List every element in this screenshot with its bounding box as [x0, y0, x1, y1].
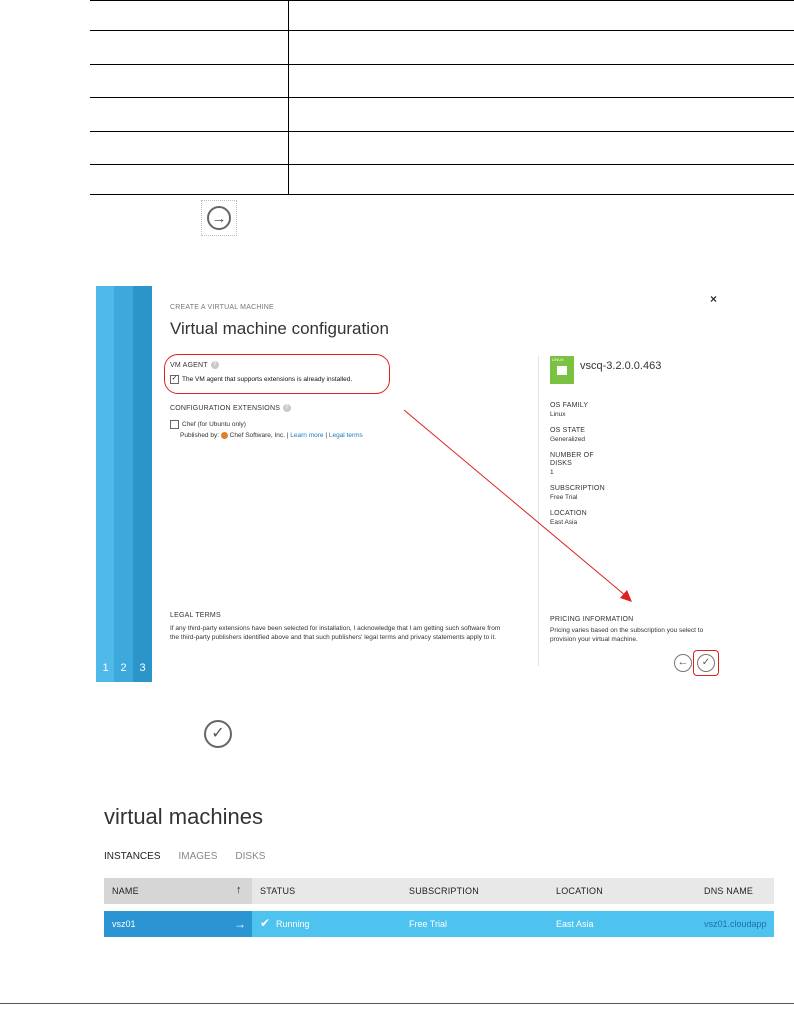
tab-instances[interactable]: INSTANCES	[104, 851, 161, 862]
footer-rule	[0, 1003, 794, 1004]
config-extensions-label-text: CONFIGURATION EXTENSIONS	[170, 404, 281, 412]
legal-terms-heading: LEGAL TERMS	[170, 612, 221, 619]
vm-status: Running	[276, 919, 310, 929]
table-divider	[288, 0, 289, 194]
linux-image-icon: LINUX	[550, 356, 574, 384]
table-row	[90, 97, 794, 98]
image-name: vscq-3.2.0.0.463	[580, 360, 662, 372]
table-row	[90, 30, 794, 31]
image-glyph	[557, 366, 567, 375]
top-table	[90, 0, 794, 195]
vm-location: East Asia	[556, 919, 594, 929]
legal-terms-text: If any third-party extensions have been …	[170, 625, 501, 641]
help-icon[interactable]: ?	[283, 404, 292, 412]
vm-tabs: INSTANCES IMAGES DISKS	[104, 851, 283, 862]
chef-logo-icon	[220, 432, 228, 439]
legal-terms-link[interactable]: Legal terms	[329, 432, 363, 439]
back-button[interactable]: ←	[674, 654, 692, 672]
publisher-line: Published by: Chef Software, Inc. | Lear…	[180, 432, 363, 439]
tab-images[interactable]: IMAGES	[179, 851, 218, 862]
table-row	[90, 0, 794, 1]
col-status[interactable]: STATUS	[260, 886, 295, 896]
annotation-highlight	[164, 354, 390, 394]
chef-checkbox-label: Chef (for Ubuntu only)	[182, 421, 246, 429]
table-row	[90, 164, 794, 165]
separator: |	[325, 432, 328, 440]
checkmark-icon[interactable]: ✓	[204, 720, 232, 748]
sort-up-icon[interactable]: ↑	[236, 884, 242, 896]
wizard-steps: 1 2 3	[96, 286, 152, 682]
learn-more-link[interactable]: Learn more	[290, 432, 323, 439]
step-3-label: 3	[139, 662, 146, 674]
grid-header: NAME ↑ STATUS SUBSCRIPTION LOCATION DNS …	[104, 878, 774, 904]
chef-checkbox[interactable]: Chef (for Ubuntu only)	[170, 420, 246, 429]
vm-list-title: virtual machines	[104, 804, 263, 829]
breadcrumb: CREATE A VIRTUAL MACHINE	[170, 304, 274, 311]
step-1-label: 1	[102, 662, 109, 674]
table-row[interactable]: vsz01 → ✔ Running Free Trial East Asia v…	[104, 911, 774, 937]
checkbox-empty-icon[interactable]	[170, 420, 179, 429]
next-arrow-icon[interactable]: →	[207, 206, 231, 230]
tab-disks[interactable]: DISKS	[235, 851, 265, 862]
publisher-name: Chef Software, Inc.	[229, 432, 285, 440]
table-row	[90, 194, 794, 195]
step-3[interactable]: 3	[133, 286, 152, 682]
close-icon[interactable]: ×	[710, 292, 717, 306]
step-2-label: 2	[120, 662, 127, 674]
col-name[interactable]: NAME	[112, 886, 139, 896]
image-badge: LINUX	[552, 357, 564, 362]
pricing-text: Pricing varies based on the subscription…	[550, 627, 704, 643]
separator: |	[286, 432, 289, 440]
page-title: Virtual machine configuration	[170, 319, 389, 338]
next-button-frame: →	[201, 200, 237, 236]
pricing-heading: PRICING INFORMATION	[550, 616, 634, 623]
annotation-arrow	[403, 409, 632, 602]
vm-subscription: Free Trial	[409, 919, 448, 929]
col-location[interactable]: LOCATION	[556, 886, 603, 896]
vm-name[interactable]: vsz01	[112, 919, 136, 929]
published-by-label: Published by:	[180, 432, 220, 440]
col-dns-name[interactable]: DNS NAME	[704, 886, 753, 896]
col-subscription[interactable]: SUBSCRIPTION	[409, 886, 479, 896]
table-row	[90, 131, 794, 132]
table-row	[90, 64, 794, 65]
config-extensions-label: CONFIGURATION EXTENSIONS?	[170, 404, 292, 412]
step-2[interactable]: 2	[114, 286, 133, 682]
vm-dns-link[interactable]: vsz01.cloudapp	[704, 919, 767, 929]
confirm-checkmark-button[interactable]: ✓	[697, 654, 715, 672]
arrow-right-icon[interactable]: →	[234, 917, 246, 931]
step-1[interactable]: 1	[96, 286, 115, 682]
ok-button-frame: ✓	[199, 717, 237, 751]
create-vm-wizard: 1 2 3 × CREATE A VIRTUAL MACHINE Virtual…	[96, 286, 732, 682]
running-check-icon: ✔	[260, 916, 271, 930]
